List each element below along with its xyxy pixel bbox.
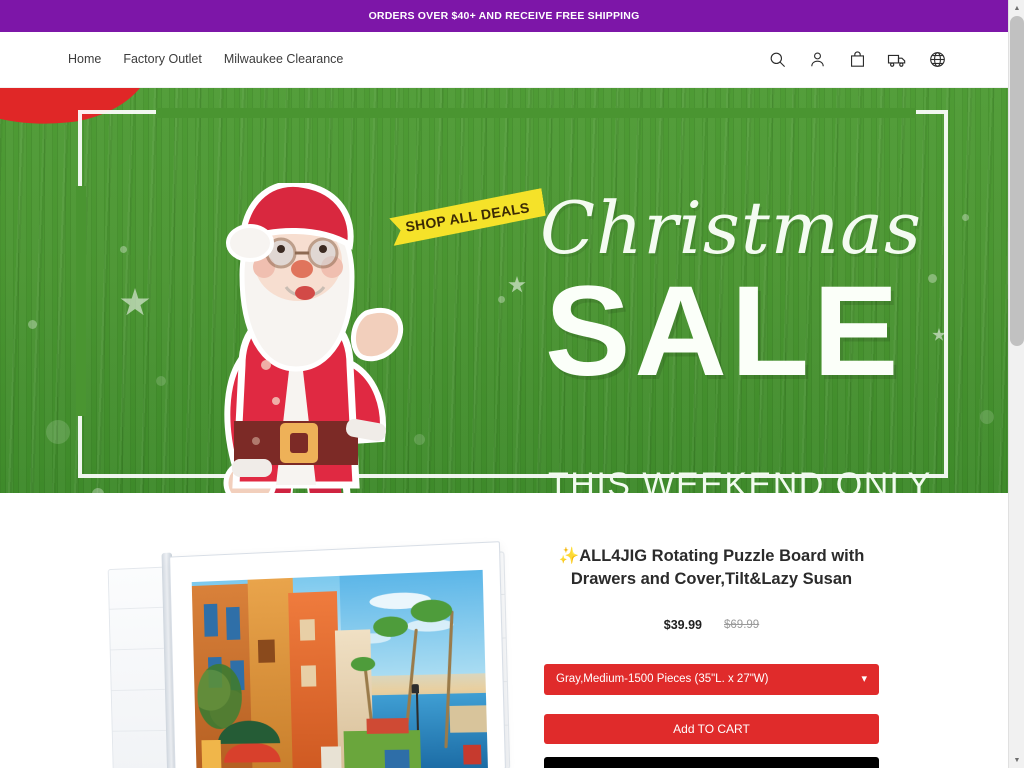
product-price: $39.99 — [663, 617, 703, 632]
product-compare-price: $69.99 — [724, 618, 760, 631]
scrollbar-up-arrow[interactable]: ▲ — [1009, 0, 1024, 16]
nav-item-milwaukee-clearance[interactable]: Milwaukee Clearance — [224, 53, 344, 66]
decorative-dot — [46, 420, 70, 444]
chevron-down-icon: ▾ — [861, 672, 867, 685]
scrollbar-down-arrow[interactable]: ▼ — [1009, 752, 1024, 768]
product-details: ✨ALL4JIG Rotating Puzzle Board with Draw… — [520, 533, 1008, 768]
announcement-text: ORDERS OVER $40+ AND RECEIVE FREE SHIPPI… — [368, 10, 640, 22]
hero-headline: SALE — [545, 260, 903, 403]
product-title-text: ALL4JIG Rotating Puzzle Board with Drawe… — [570, 547, 865, 589]
globe-language-icon[interactable] — [926, 49, 948, 71]
product-title: ✨ALL4JIG Rotating Puzzle Board with Draw… — [530, 545, 893, 592]
page-content: ORDERS OVER $40+ AND RECEIVE FREE SHIPPI… — [0, 0, 1008, 768]
hero-subheadline: THIS WEEKEND ONLY — [548, 466, 932, 493]
hero-banner[interactable]: SHOP ALL DEALS Christmas SALE THIS WEEKE… — [0, 88, 1008, 493]
account-icon[interactable] — [806, 49, 828, 71]
product-section: ✨ALL4JIG Rotating Puzzle Board with Draw… — [0, 493, 1008, 768]
decorative-dot — [28, 320, 37, 329]
add-to-cart-button[interactable]: Add TO CART — [544, 713, 879, 744]
browser-viewport: ORDERS OVER $40+ AND RECEIVE FREE SHIPPI… — [0, 0, 1024, 768]
main-navigation: Home Factory Outlet Milwaukee Clearance — [68, 53, 766, 66]
announcement-bar: ORDERS OVER $40+ AND RECEIVE FREE SHIPPI… — [0, 0, 1008, 32]
delivery-truck-icon[interactable] — [886, 49, 908, 71]
decorative-dot — [962, 214, 969, 221]
header-icon-group — [766, 49, 948, 71]
site-header: Home Factory Outlet Milwaukee Clearance — [0, 32, 1008, 88]
shopping-bag-icon[interactable] — [846, 49, 868, 71]
decorative-dot — [928, 274, 937, 283]
decorative-dot — [980, 410, 994, 424]
decorative-dot — [498, 296, 505, 303]
variant-selected-label: Gray,Medium-1500 Pieces (35"L. x 27"W) — [556, 673, 769, 686]
decorative-dot — [120, 246, 127, 253]
scrollbar-thumb[interactable] — [1010, 16, 1024, 346]
nav-item-factory-outlet[interactable]: Factory Outlet — [123, 53, 202, 66]
puzzle-board-surface — [169, 541, 506, 768]
price-group: $39.99 $69.99 — [530, 618, 893, 632]
product-image[interactable] — [87, 541, 511, 768]
page-scrollbar[interactable]: ▲ ▼ — [1008, 0, 1024, 768]
variant-selector[interactable]: Gray,Medium-1500 Pieces (35"L. x 27"W) ▾ — [544, 663, 879, 695]
puzzle-artwork — [191, 569, 488, 768]
nav-item-home[interactable]: Home — [68, 53, 101, 66]
buy-now-button[interactable] — [544, 756, 879, 768]
search-icon[interactable] — [766, 49, 788, 71]
santa-claus-illustration — [223, 183, 404, 493]
product-gallery[interactable] — [0, 533, 520, 768]
hero-script-title: Christmas — [540, 186, 922, 270]
sparkle-icon: ✨ — [558, 547, 580, 565]
decorative-dot — [92, 488, 104, 493]
